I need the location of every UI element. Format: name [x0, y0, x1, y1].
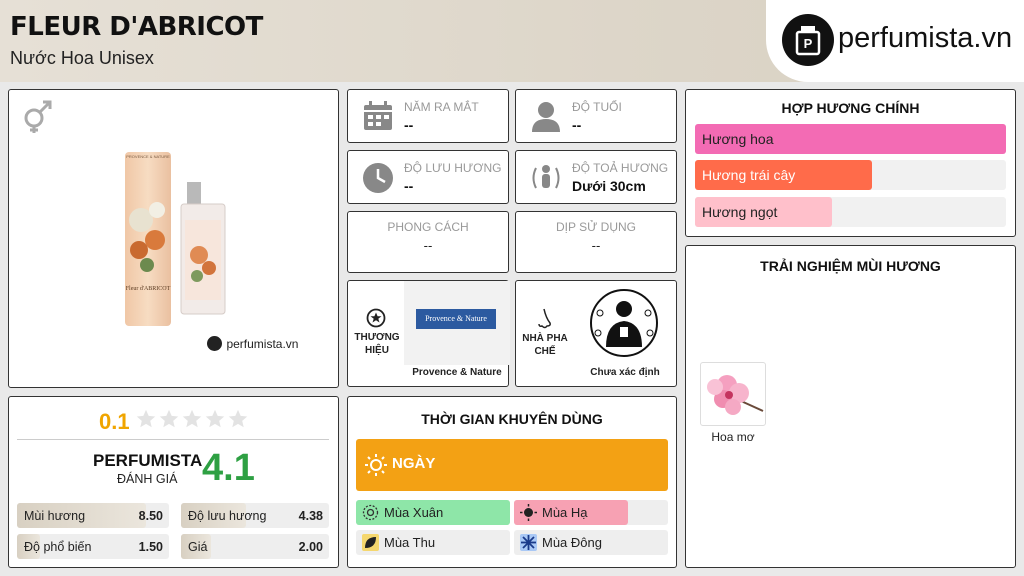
score-longevity: Độ lưu hương 4.38 — [181, 503, 329, 528]
brand-score: 4.1 — [202, 447, 255, 489]
logo[interactable]: P perfumista.vn — [766, 0, 1024, 82]
brand-card[interactable]: THƯƠNG HIỆU Provence & Nature Provence &… — [347, 280, 510, 387]
release-year-card: NĂM RA MẮT -- — [347, 89, 509, 143]
star-badge-icon — [366, 308, 386, 328]
product-card: PROVENCE & NATURE Fleur d'ABRICOT perfum… — [8, 89, 339, 388]
star-icon[interactable] — [181, 408, 203, 430]
note-label: Hoa mơ — [711, 430, 755, 444]
nose-icon — [536, 308, 554, 330]
star-icon[interactable] — [227, 408, 249, 430]
star-icon[interactable] — [204, 408, 226, 430]
sillage-icon — [528, 160, 564, 196]
score-popularity: Độ phổ biến 1.50 — [17, 534, 169, 559]
accord-floral: Hương hoa — [695, 124, 1006, 154]
brand-name: Provence & Nature — [412, 367, 502, 378]
logo-text: perfumista.vn — [838, 22, 1013, 54]
brand-rating-subtitle: ĐÁNH GIÁ — [117, 472, 178, 486]
rating-card: 0.1 PERFUMISTA ĐÁNH GIÁ 4.1 Mùi hương 8.… — [8, 396, 339, 568]
watermark-icon — [207, 336, 222, 352]
watermark: perfumista.vn — [207, 335, 298, 353]
season-summer: Mùa Hạ — [514, 500, 668, 525]
main-accords-card: HỢP HƯƠNG CHÍNH Hương hoa Hương trái cây… — [685, 89, 1016, 237]
unisex-icon — [19, 98, 55, 134]
accord-fruity: Hương trái cây — [695, 160, 1006, 190]
brand-rating-title: PERFUMISTA — [93, 451, 203, 470]
season-autumn: Mùa Thu — [356, 530, 510, 555]
recommended-time-card: THỜI GIAN KHUYÊN DÙNG NGÀY Mùa Xuân Mùa … — [347, 396, 677, 568]
season-winter: Mùa Đông — [514, 530, 668, 555]
occasion-card: DỊP SỬ DỤNG -- — [515, 211, 677, 273]
user-star-rating[interactable] — [135, 408, 251, 432]
age-card: ĐỘ TUỔI -- — [515, 89, 677, 143]
day-badge: NGÀY — [356, 439, 668, 491]
box-name-text: Fleur d'ABRICOT — [125, 286, 171, 292]
note-item[interactable]: Hoa mơ — [700, 362, 766, 444]
snowflake-icon — [520, 534, 537, 551]
day-label: NGÀY — [392, 455, 436, 472]
scent-experience-card: TRẢI NGHIỆM MÙI HƯƠNG Hoa mơ — [685, 245, 1016, 568]
sillage-card: ĐỘ TOẢ HƯƠNG Dưới 30cm — [515, 150, 677, 204]
score-price: Giá 2.00 — [181, 534, 329, 559]
person-icon — [530, 100, 562, 132]
header: FLEUR D'ABRICOT Nước Hoa Unisex P perfum… — [0, 0, 1024, 82]
star-icon[interactable] — [158, 408, 180, 430]
box-brand-text: PROVENCE & NATURE — [126, 154, 170, 159]
sun-icon — [365, 454, 387, 476]
user-score: 0.1 — [99, 409, 130, 434]
svg-text:P: P — [804, 36, 813, 51]
style-card: PHONG CÁCH -- — [347, 211, 509, 273]
star-icon[interactable] — [135, 408, 157, 430]
spring-flower-icon — [362, 504, 379, 521]
brand-logo: Provence & Nature — [404, 281, 510, 365]
page-title: FLEUR D'ABRICOT — [10, 12, 263, 42]
page-subtitle: Nước Hoa Unisex — [10, 48, 154, 68]
divider — [17, 439, 329, 440]
clock-icon — [362, 162, 394, 194]
accord-sweet: Hương ngọt — [695, 197, 1006, 227]
summer-sun-icon — [520, 504, 537, 521]
apricot-blossom-image — [700, 362, 766, 426]
perfume-bottle-icon: P — [782, 14, 834, 66]
season-spring: Mùa Xuân — [356, 500, 510, 525]
calendar-icon — [362, 100, 394, 132]
perfumer-card[interactable]: NHÀ PHA CHẾ Chưa xác định — [515, 280, 677, 387]
leaf-icon — [362, 534, 379, 551]
perfumer-name: Chưa xác định — [590, 367, 660, 378]
perfumer-image — [586, 287, 662, 359]
score-scent: Mùi hương 8.50 — [17, 503, 169, 528]
longevity-card: ĐỘ LƯU HƯƠNG -- — [347, 150, 509, 204]
product-image — [121, 150, 241, 330]
